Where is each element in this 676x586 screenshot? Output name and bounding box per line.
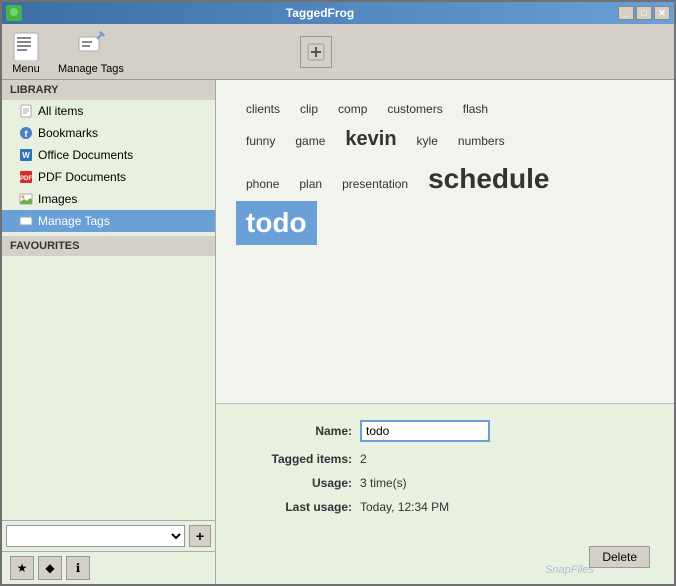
pdf-icon: PDF <box>18 169 34 185</box>
tag-item[interactable]: presentation <box>332 171 418 197</box>
tag-row: todo <box>236 201 654 245</box>
tag-row: funnygamekevinkylenumbers <box>236 122 654 157</box>
right-panel: clientsclipcompcustomersflashfunnygameke… <box>216 80 674 584</box>
delete-button[interactable]: Delete <box>589 546 650 568</box>
tag-item[interactable]: phone <box>236 171 289 197</box>
info-icon[interactable]: ℹ <box>66 556 90 580</box>
tag-item[interactable]: funny <box>236 128 285 154</box>
last-usage-row: Last usage: Today, 12:34 PM <box>240 500 650 514</box>
document-icon <box>18 103 34 119</box>
svg-text:PDF: PDF <box>20 176 32 182</box>
title-bar-left <box>6 5 22 21</box>
pdf-documents-label: PDF Documents <box>38 170 126 184</box>
detail-panel: Name: Tagged items: 2 Usage: 3 time(s) L… <box>216 404 674 584</box>
bookmark-icon: f <box>18 125 34 141</box>
sidebar-dropdown[interactable] <box>6 525 185 547</box>
tag-item[interactable]: customers <box>377 96 452 122</box>
star-icon[interactable]: ★ <box>10 556 34 580</box>
name-row: Name: <box>240 420 650 442</box>
sidebar-add-button[interactable]: + <box>189 525 211 547</box>
manage-tags-icon <box>75 29 107 61</box>
main-window: TaggedFrog _ □ ✕ Menu <box>0 0 676 586</box>
watermark: SnapFiles <box>545 564 594 576</box>
sidebar-item-images[interactable]: Images <box>2 188 215 210</box>
sidebar-footer-icons: ★ ◆ ℹ <box>2 551 215 584</box>
tag-item[interactable]: kevin <box>335 122 406 157</box>
all-items-label: All items <box>38 104 83 118</box>
tag-item[interactable]: comp <box>328 96 377 122</box>
usage-row: Usage: 3 time(s) <box>240 476 650 490</box>
tag-item[interactable]: todo <box>236 201 317 245</box>
name-input[interactable] <box>360 420 490 442</box>
app-icon <box>6 5 22 21</box>
images-label: Images <box>38 192 77 206</box>
sidebar-item-all-items[interactable]: All items <box>2 100 215 122</box>
main-content: LIBRARY All items f <box>2 80 674 584</box>
sidebar-item-office-documents[interactable]: W Office Documents <box>2 144 215 166</box>
sidebar-favourites-area <box>2 256 215 520</box>
favourites-section-title: FAVOURITES <box>2 236 215 256</box>
maximize-button[interactable]: □ <box>636 6 652 20</box>
library-section-title: LIBRARY <box>2 80 215 100</box>
manage-tags-toolbar-item[interactable]: Manage Tags <box>58 29 124 75</box>
tag-item[interactable]: clients <box>236 96 290 122</box>
tag-item[interactable]: kyle <box>407 128 448 154</box>
tag-item[interactable]: plan <box>289 171 332 197</box>
close-button[interactable]: ✕ <box>654 6 670 20</box>
sidebar-item-pdf-documents[interactable]: PDF PDF Documents <box>2 166 215 188</box>
menu-icon <box>10 29 42 61</box>
last-usage-value: Today, 12:34 PM <box>360 500 449 514</box>
menu-toolbar-item[interactable]: Menu <box>10 29 42 75</box>
tag-item[interactable]: numbers <box>448 128 515 154</box>
tag-item[interactable]: clip <box>290 96 328 122</box>
tag-icon[interactable]: ◆ <box>38 556 62 580</box>
manage-tags-label: Manage Tags <box>58 63 124 75</box>
tagged-items-value: 2 <box>360 452 367 466</box>
bookmarks-label: Bookmarks <box>38 126 98 140</box>
sidebar: LIBRARY All items f <box>2 80 216 584</box>
tag-row: clientsclipcompcustomersflash <box>236 96 654 122</box>
tag-item[interactable]: schedule <box>418 157 559 201</box>
tagged-items-row: Tagged items: 2 <box>240 452 650 466</box>
last-usage-label: Last usage: <box>240 500 360 514</box>
tag-item[interactable]: game <box>285 128 335 154</box>
usage-value: 3 time(s) <box>360 476 407 490</box>
toolbar-add-button[interactable] <box>300 36 332 68</box>
sidebar-item-bookmarks[interactable]: f Bookmarks <box>2 122 215 144</box>
sidebar-item-manage-tags[interactable]: Manage Tags <box>2 210 215 232</box>
office-documents-label: Office Documents <box>38 148 133 162</box>
name-label: Name: <box>240 424 360 438</box>
title-bar: TaggedFrog _ □ ✕ <box>2 2 674 24</box>
tagged-items-label: Tagged items: <box>240 452 360 466</box>
menu-label: Menu <box>12 63 40 75</box>
tags-area: clientsclipcompcustomersflashfunnygameke… <box>216 80 674 404</box>
sidebar-bottom: + <box>2 520 215 551</box>
manage-tags-sidebar-label: Manage Tags <box>38 214 110 228</box>
minimize-button[interactable]: _ <box>618 6 634 20</box>
tag-row: phoneplanpresentationschedule <box>236 157 654 201</box>
word-icon: W <box>18 147 34 163</box>
toolbar: Menu Manage Tags <box>2 24 674 80</box>
svg-text:W: W <box>22 151 30 160</box>
image-icon <box>18 191 34 207</box>
manage-tags-sidebar-icon <box>18 213 34 229</box>
tag-item[interactable]: flash <box>453 96 498 122</box>
title-buttons: _ □ ✕ <box>618 6 670 20</box>
window-title: TaggedFrog <box>22 6 618 20</box>
usage-label: Usage: <box>240 476 360 490</box>
